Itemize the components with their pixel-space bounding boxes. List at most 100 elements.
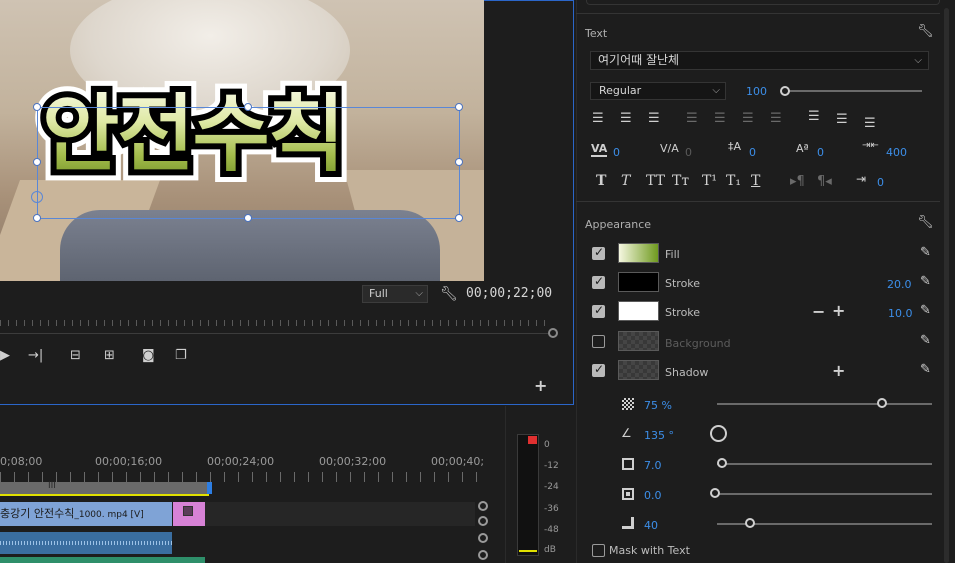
playhead[interactable] [207, 482, 212, 494]
zoom-scroll-handle[interactable] [548, 328, 558, 338]
transform-handle[interactable] [455, 103, 463, 111]
fill-swatch[interactable] [618, 243, 659, 263]
track-scroll-handle[interactable] [478, 550, 488, 560]
faux-italic-icon[interactable]: T [621, 173, 630, 189]
font-size-value[interactable]: 100 [746, 85, 767, 98]
shadow-distance-value[interactable]: 7.0 [644, 459, 662, 472]
justify-all-icon[interactable]: ☰ [770, 111, 782, 126]
plus-icon[interactable]: + [534, 376, 547, 395]
transform-handle[interactable] [244, 103, 252, 111]
align-top-icon[interactable]: ☰ [808, 109, 820, 124]
shadow-size-knob[interactable] [710, 488, 720, 498]
baseline-shift-value[interactable]: 0 [817, 146, 824, 159]
transform-handle[interactable] [33, 158, 41, 166]
timecode[interactable]: 00;00;22;00 [466, 286, 552, 301]
small-caps-icon[interactable]: Tт [672, 173, 689, 189]
leading-value[interactable]: 0 [749, 146, 756, 159]
tracking-value[interactable]: 0 [613, 146, 620, 159]
extract-icon[interactable]: ⊞ [104, 348, 115, 363]
ltr-icon[interactable]: ▸¶ [790, 174, 805, 189]
track-scroll-handle[interactable] [478, 533, 488, 543]
shadow-opacity-slider[interactable] [717, 403, 932, 405]
transform-handle[interactable] [33, 214, 41, 222]
shadow-size-slider[interactable] [712, 493, 932, 495]
wrench-icon[interactable]: 🔧︎ [917, 215, 934, 230]
font-family-select[interactable]: 여기어때 잘난체 ⌵ [590, 51, 929, 70]
font-size-slider-knob[interactable] [780, 86, 790, 96]
shadow-size-value[interactable]: 0.0 [644, 489, 662, 502]
background-swatch[interactable] [618, 331, 659, 351]
plus-icon[interactable]: + [832, 361, 845, 380]
video-track[interactable] [205, 502, 475, 526]
align-left-icon[interactable]: ☰ [592, 111, 604, 126]
work-area-bar[interactable]: III [0, 481, 209, 494]
all-caps-icon[interactable]: TT [646, 173, 665, 189]
wrench-icon[interactable]: 🔧︎ [917, 24, 934, 39]
audio-clip[interactable] [0, 532, 172, 554]
anchor-point-icon[interactable] [31, 191, 43, 203]
eyedropper-icon[interactable]: ✎ [920, 245, 931, 260]
align-middle-icon[interactable]: ☰ [836, 112, 848, 127]
previous-field[interactable] [586, 0, 940, 5]
align-bottom-icon[interactable]: ☰ [864, 116, 876, 131]
tsume-value[interactable]: 400 [886, 146, 907, 159]
background-checkbox[interactable] [592, 335, 605, 348]
mask-with-text-checkbox[interactable] [592, 544, 605, 557]
stroke-swatch[interactable] [618, 272, 659, 292]
plus-icon[interactable]: + [832, 301, 845, 320]
angle-dial[interactable] [710, 425, 727, 442]
step-forward-icon[interactable]: →| [28, 348, 43, 363]
stroke-width-value[interactable]: 10.0 [888, 307, 913, 320]
kerning-value[interactable]: 0 [685, 146, 692, 159]
audio-clip[interactable] [172, 557, 205, 563]
transform-handle[interactable] [455, 214, 463, 222]
justify-right-icon[interactable]: ☰ [742, 111, 754, 126]
video-clip[interactable]: 충강기 안전수칙_1000. mp4 [V] [0, 502, 172, 526]
shadow-angle-value[interactable]: 135 ° [644, 429, 674, 442]
font-size-slider[interactable] [784, 90, 922, 92]
shadow-checkbox[interactable] [592, 362, 605, 377]
play-icon[interactable]: ▶ [0, 348, 10, 363]
shadow-distance-slider[interactable] [717, 463, 932, 465]
camera-icon[interactable]: ◙ [142, 348, 155, 363]
shadow-distance-knob[interactable] [717, 458, 727, 468]
transform-handle[interactable] [244, 214, 252, 222]
minus-icon[interactable]: − [812, 302, 825, 321]
timeline-ruler[interactable] [0, 472, 478, 482]
meter-peak-indicator[interactable] [528, 436, 537, 444]
eyedropper-icon[interactable]: ✎ [920, 274, 931, 289]
stroke-checkbox[interactable] [592, 303, 605, 318]
fill-checkbox[interactable] [592, 245, 605, 260]
align-center-icon[interactable]: ☰ [620, 111, 632, 126]
lift-icon[interactable]: ⊟ [70, 348, 81, 363]
shadow-blur-knob[interactable] [745, 518, 755, 528]
shadow-swatch[interactable] [618, 360, 659, 380]
track-scroll-handle[interactable] [478, 501, 488, 511]
justify-center-icon[interactable]: ☰ [714, 111, 726, 126]
stroke-width-value[interactable]: 20.0 [887, 278, 912, 291]
shadow-opacity-value[interactable]: 75 % [644, 399, 672, 412]
monitor-time-ruler[interactable] [0, 318, 548, 334]
tab-width-value[interactable]: 0 [877, 176, 884, 189]
transform-handle[interactable] [455, 158, 463, 166]
compare-view-icon[interactable]: ❐ [175, 348, 187, 363]
subscript-icon[interactable]: T₁ [726, 173, 741, 189]
wrench-icon[interactable]: 🔧︎ [440, 286, 458, 302]
eyedropper-icon[interactable]: ✎ [920, 362, 931, 377]
transform-handle[interactable] [33, 103, 41, 111]
text-bounding-box[interactable] [37, 107, 460, 219]
audio-clip[interactable] [0, 557, 172, 563]
shadow-blur-value[interactable]: 40 [644, 519, 658, 532]
graphic-clip[interactable] [173, 502, 205, 526]
eyedropper-icon[interactable]: ✎ [920, 303, 931, 318]
underline-icon[interactable]: T [751, 173, 760, 189]
shadow-opacity-knob[interactable] [877, 398, 887, 408]
align-right-icon[interactable]: ☰ [648, 111, 660, 126]
stroke-checkbox[interactable] [592, 274, 605, 289]
faux-bold-icon[interactable]: T [596, 173, 606, 189]
rtl-icon[interactable]: ¶◂ [817, 174, 832, 189]
justify-left-icon[interactable]: ☰ [686, 111, 698, 126]
eyedropper-icon[interactable]: ✎ [920, 333, 931, 348]
track-scroll-handle[interactable] [478, 516, 488, 526]
superscript-icon[interactable]: T¹ [702, 173, 717, 189]
